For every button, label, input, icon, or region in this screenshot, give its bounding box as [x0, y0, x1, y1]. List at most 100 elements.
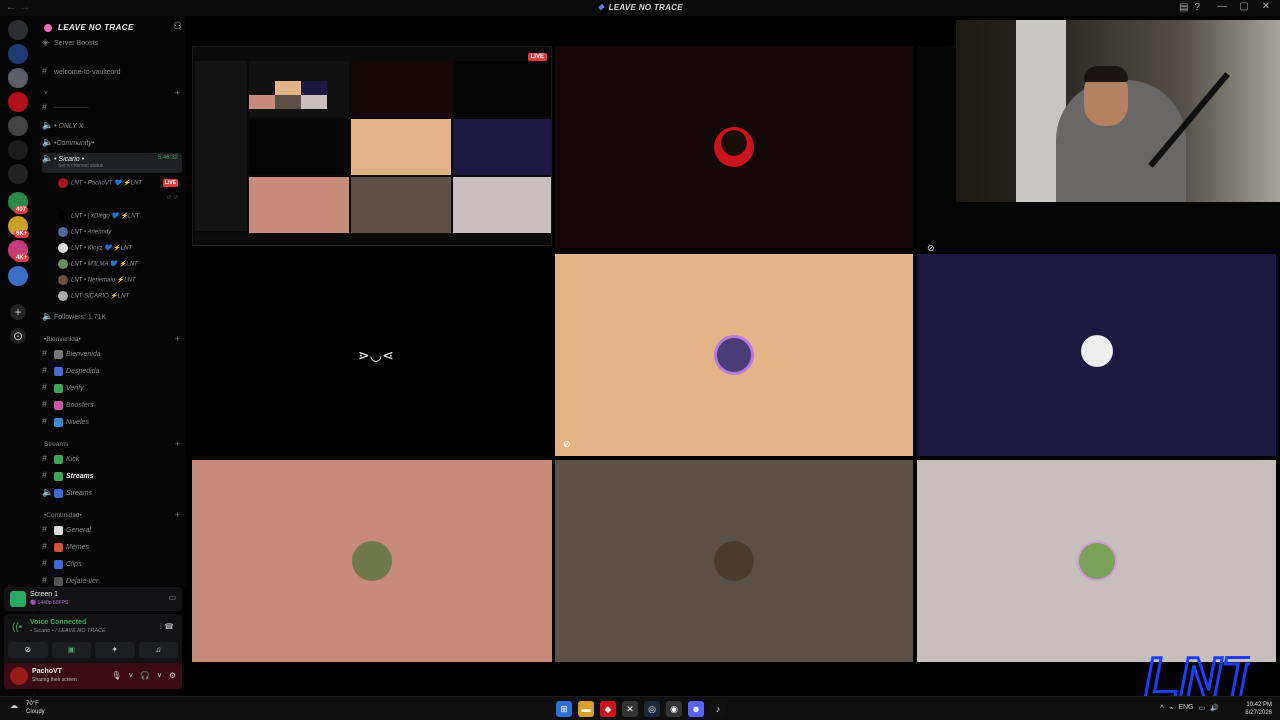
- participant-tile[interactable]: ⋗◡⋖: [192, 254, 552, 456]
- screen-share-card[interactable]: Screen 1 🟣 1440p 60FPS ▭: [4, 587, 182, 611]
- stream-preview-icon[interactable]: ⊘: [563, 439, 571, 450]
- soundboard-button[interactable]: ♫: [138, 642, 178, 658]
- start-menu-icon[interactable]: ⊞: [556, 701, 572, 717]
- chevron-down-icon[interactable]: ˅: [129, 671, 134, 680]
- voice-user[interactable]: LNT SICARIO ⚡LNT: [58, 291, 182, 303]
- disconnect-icon[interactable]: ☎: [164, 622, 174, 631]
- level-icon: [54, 417, 63, 427]
- channel-streams[interactable]: # Streams: [42, 470, 182, 484]
- noise-suppression-icon[interactable]: ⫶: [160, 622, 162, 631]
- participant-tile[interactable]: ⊘: [555, 254, 913, 456]
- participant-tile[interactable]: [555, 46, 913, 248]
- close-button[interactable]: ✕: [1256, 1, 1276, 12]
- voice-channel-path[interactable]: • Sicario • / LEAVE NO TRACE: [30, 628, 106, 634]
- activities-button[interactable]: ✦: [95, 642, 135, 658]
- hash-icon: #: [42, 558, 48, 568]
- screen-share-button[interactable]: ▣: [51, 642, 91, 658]
- server-icon[interactable]: [8, 92, 28, 112]
- language-indicator[interactable]: ENG: [1178, 704, 1193, 712]
- voice-user[interactable]: LNT • Kloyz 💙 ⚡LNT: [58, 243, 182, 255]
- channel-dejate-ver[interactable]: # Dejate-ver: [42, 575, 182, 586]
- camera-toggle-button[interactable]: ⊘: [8, 642, 48, 658]
- server-icon[interactable]: [8, 116, 28, 136]
- add-channel-icon[interactable]: +: [175, 334, 180, 344]
- category-bienvenida[interactable]: •Bienvenida• +: [44, 334, 180, 344]
- channel-despedida[interactable]: # Despedida: [42, 365, 182, 379]
- voice-channel-sicario[interactable]: 🔈• Sicario • 5:46:32 Set a channel statu…: [42, 153, 182, 173]
- minimize-button[interactable]: —: [1212, 1, 1232, 12]
- participant-tile[interactable]: [917, 460, 1276, 662]
- channel-clips[interactable]: # Clips: [42, 558, 182, 572]
- explore-icon[interactable]: ⊙: [10, 328, 26, 344]
- add-channel-icon[interactable]: +: [175, 439, 180, 449]
- signal-icon[interactable]: ((•: [12, 622, 22, 633]
- chevron-down-icon[interactable]: ˅: [157, 671, 162, 680]
- channel-memes[interactable]: # Memes: [42, 541, 182, 555]
- participant-tile[interactable]: [555, 460, 913, 662]
- xbox-icon[interactable]: ✕: [622, 701, 638, 717]
- server-boosts-item[interactable]: ◈ Server Boosts: [42, 37, 182, 51]
- server-header[interactable]: LEAVE NO TRACE ⚇: [36, 20, 186, 36]
- stop-stream-icon[interactable]: ▭: [168, 593, 176, 602]
- add-channel-icon[interactable]: +: [175, 88, 180, 98]
- server-icon[interactable]: [8, 266, 28, 286]
- server-icon[interactable]: [8, 44, 28, 64]
- channel-general[interactable]: # General: [42, 524, 182, 538]
- chrome-icon[interactable]: ◉: [666, 701, 682, 717]
- add-channel-icon[interactable]: +: [175, 510, 180, 520]
- monitor-icon[interactable]: ▭: [1198, 704, 1205, 712]
- chevron-up-icon[interactable]: ˄: [1160, 704, 1164, 712]
- server-icon[interactable]: [8, 140, 28, 160]
- voice-user[interactable]: LNT • Arlenndy: [58, 227, 182, 239]
- channel-status-input[interactable]: Set a channel status: [58, 163, 103, 169]
- file-explorer-icon[interactable]: ▬: [578, 701, 594, 717]
- participant-tile[interactable]: [192, 460, 552, 662]
- voice-user[interactable]: LNT • PachoVT 💙 ⚡LNT LIVE: [58, 178, 182, 190]
- voice-user[interactable]: LNT • Nenemalo ⚡LNT: [58, 275, 182, 287]
- clock[interactable]: 10:42 PM 8/27/2026: [1245, 701, 1272, 717]
- channel-welcome[interactable]: # welcome-to-vaultcord: [42, 66, 182, 80]
- volume-icon[interactable]: 🔊: [1210, 704, 1219, 712]
- voice-user[interactable]: LNT • | xDiego 💙 ⚡LNT: [58, 211, 182, 223]
- category-comunidad[interactable]: •Comunidad• +: [44, 510, 180, 520]
- headphones-icon[interactable]: 🎧: [140, 671, 150, 680]
- channel-bienvenida[interactable]: # Bienvenida: [42, 348, 182, 362]
- voice-channel-community[interactable]: 🔈•Community•: [42, 137, 182, 151]
- inbox-icon[interactable]: ▤: [1179, 2, 1188, 13]
- category-streams[interactable]: Streams +: [44, 439, 180, 449]
- usb-icon[interactable]: ⌁: [1169, 704, 1173, 712]
- maximize-button[interactable]: ▢: [1234, 1, 1254, 12]
- discord-icon[interactable]: ☻: [688, 701, 704, 717]
- avatar[interactable]: [10, 667, 28, 685]
- channel-verify[interactable]: # Verify: [42, 382, 182, 396]
- tiktok-icon[interactable]: ♪: [710, 701, 726, 717]
- channel-boosters[interactable]: # Boosters: [42, 399, 182, 413]
- category-collapsed[interactable]: ˅ +: [44, 88, 180, 98]
- steam-icon[interactable]: ◎: [644, 701, 660, 717]
- screen-share-tile[interactable]: LIVE: [192, 46, 552, 246]
- channel-redacted[interactable]: # ───────: [42, 102, 182, 116]
- voice-channel-streams[interactable]: 🔈 Streams: [42, 487, 182, 501]
- voice-status[interactable]: Voice Connected: [30, 619, 86, 626]
- invite-user-icon[interactable]: ⚇: [173, 21, 182, 32]
- direct-messages-icon[interactable]: [8, 20, 28, 40]
- voice-channel-followers[interactable]: 🔈Followers: 1.71K: [42, 311, 182, 325]
- channel-kick[interactable]: # Kick: [42, 453, 182, 467]
- add-server-icon[interactable]: +: [10, 304, 26, 320]
- category-label: •Bienvenida•: [44, 336, 81, 343]
- window-title: ❖ LEAVE NO TRACE: [0, 3, 1280, 12]
- settings-gear-icon[interactable]: ⚙: [169, 671, 176, 680]
- server-icon[interactable]: [8, 164, 28, 184]
- stream-preview-icon[interactable]: ⊘: [927, 243, 935, 254]
- server-icon[interactable]: [8, 68, 28, 88]
- username[interactable]: PachoVT: [32, 668, 62, 675]
- microphone-icon[interactable]: 🎙: [111, 671, 121, 680]
- voice-channel-only-x[interactable]: 🔈• ONLY X: [42, 120, 182, 134]
- hash-icon: #: [42, 575, 48, 585]
- brave-browser-icon[interactable]: ◆: [600, 701, 616, 717]
- participant-tile[interactable]: [917, 254, 1276, 456]
- help-icon[interactable]: ?: [1194, 2, 1200, 13]
- channel-niveles[interactable]: # Niveles: [42, 416, 182, 430]
- hash-icon: #: [42, 102, 48, 112]
- voice-user[interactable]: LNT • M3LMA 💙 ⚡LNT: [58, 259, 182, 271]
